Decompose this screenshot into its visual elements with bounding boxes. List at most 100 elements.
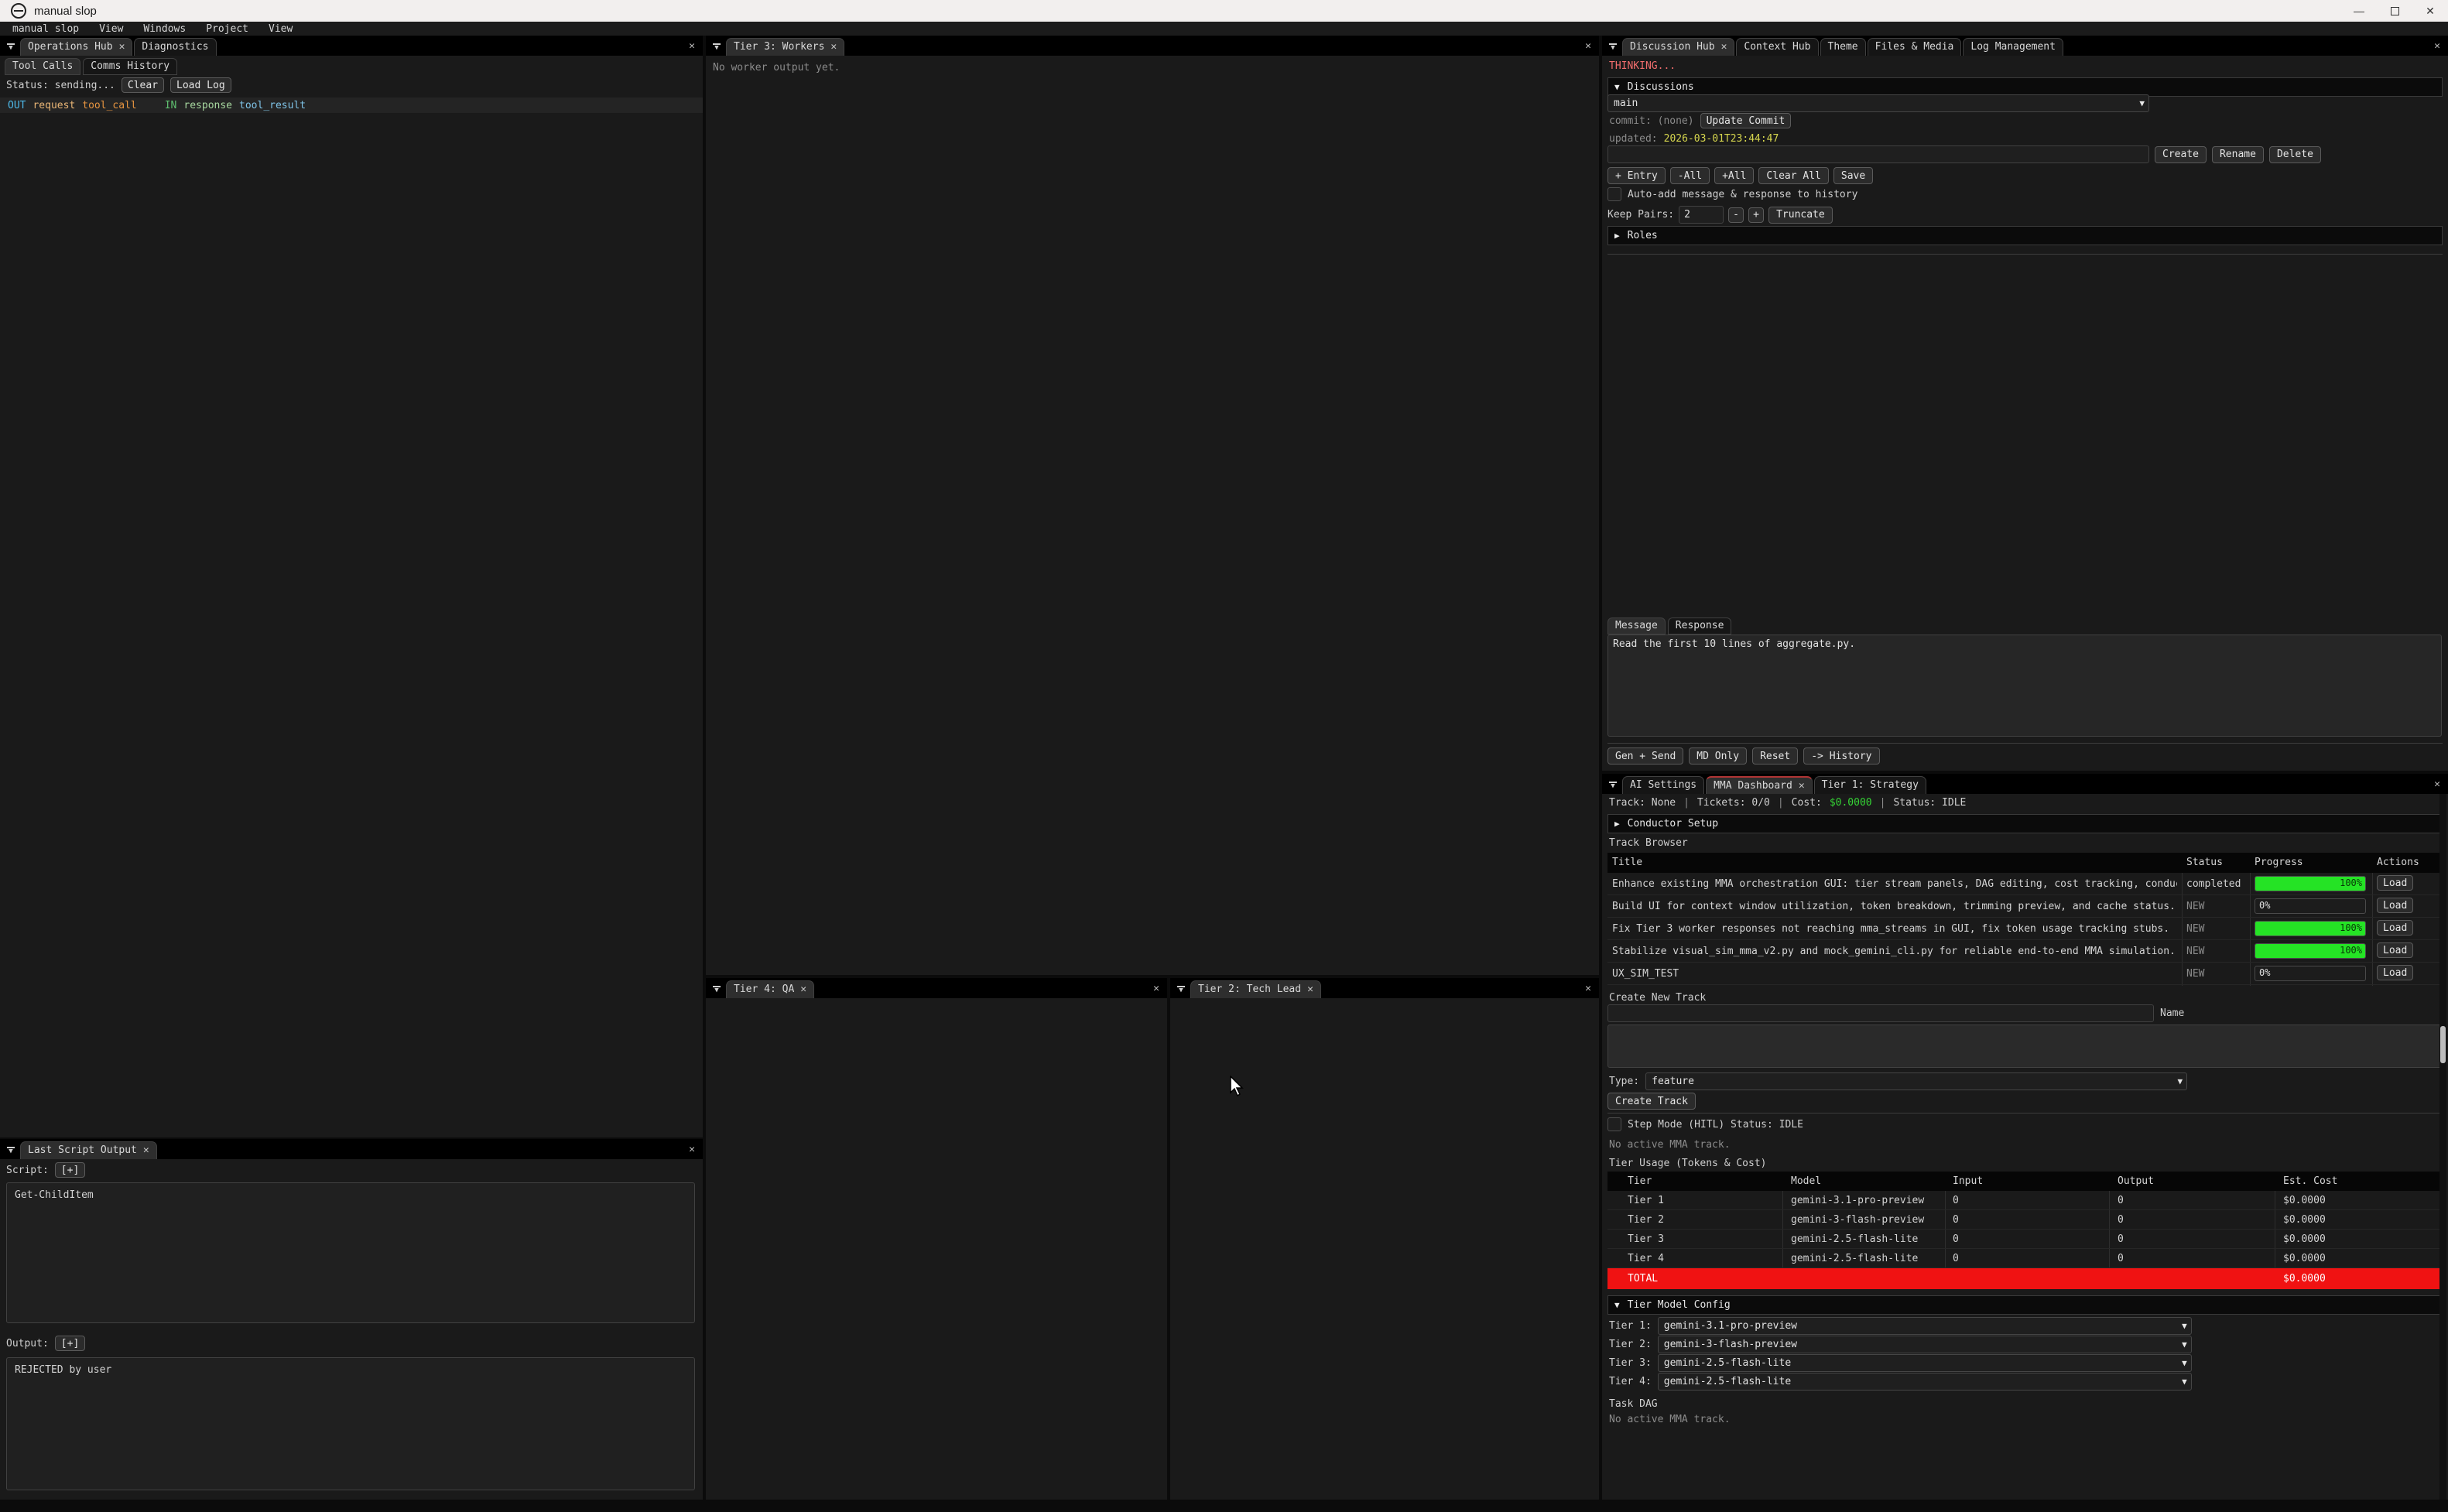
tab-list-icon[interactable]: ▼	[2, 1142, 20, 1159]
tab-comms-history[interactable]: Comms History	[83, 58, 177, 75]
mma-dashboard-panel: ▼ AI Settings MMA Dashboard✕ Tier 1: Str…	[1602, 774, 2448, 1500]
tier4-model-select[interactable]: gemini-2.5-flash-lite ▼	[1658, 1373, 2192, 1391]
close-button[interactable]: ✕	[2412, 0, 2448, 22]
tab-message[interactable]: Message	[1607, 617, 1666, 635]
tab-list-icon[interactable]: ▼	[1172, 981, 1190, 998]
panel-close-icon[interactable]: ✕	[1585, 980, 1591, 998]
conductor-setup-header[interactable]: ▶ Conductor Setup	[1607, 814, 2443, 833]
output-text: REJECTED by user	[15, 1364, 111, 1376]
create-discussion-button[interactable]: Create	[2155, 146, 2207, 163]
output-text-box[interactable]: REJECTED by user	[6, 1357, 695, 1490]
script-text-box[interactable]: Get-ChildItem	[6, 1182, 695, 1323]
tab-tier2-tech-lead[interactable]: Tier 2: Tech Lead✕	[1190, 980, 1321, 998]
menu-project[interactable]: Project	[206, 23, 248, 35]
panel-close-icon[interactable]: ✕	[689, 38, 695, 56]
load-track-button[interactable]: Load	[2377, 965, 2413, 980]
track-description-textarea[interactable]	[1607, 1025, 2442, 1068]
tab-close-icon[interactable]: ✕	[800, 983, 806, 995]
menu-view[interactable]: View	[99, 23, 123, 35]
script-expand-button[interactable]: [+]	[55, 1162, 85, 1178]
load-track-button[interactable]: Load	[2377, 898, 2413, 913]
create-track-button[interactable]: Create Track	[1607, 1093, 1696, 1110]
progress-bar: 100%	[2255, 943, 2366, 959]
panel-close-icon[interactable]: ✕	[689, 1141, 695, 1159]
collapse-all-button[interactable]: -All	[1670, 167, 1710, 184]
scrollbar-thumb[interactable]	[2440, 1026, 2446, 1063]
track-type-select[interactable]: feature ▼	[1645, 1072, 2187, 1090]
tab-diagnostics[interactable]: Diagnostics	[134, 38, 216, 56]
step-mode-checkbox[interactable]	[1607, 1117, 1621, 1131]
expand-all-button[interactable]: +All	[1714, 167, 1754, 184]
tab-response[interactable]: Response	[1668, 617, 1732, 635]
discussion-select[interactable]: main ▼	[1607, 94, 2149, 112]
autoadd-checkbox[interactable]	[1607, 187, 1621, 201]
tab-close-icon[interactable]: ✕	[1307, 983, 1313, 995]
tier3-model-select[interactable]: gemini-2.5-flash-lite ▼	[1658, 1354, 2192, 1372]
menu-manual-slop[interactable]: manual slop	[12, 23, 79, 35]
tab-operations-hub[interactable]: Operations Hub✕	[20, 38, 132, 56]
panel-close-icon[interactable]: ✕	[1153, 980, 1159, 998]
tier-model-config-header[interactable]: ▼ Tier Model Config	[1607, 1295, 2443, 1315]
update-commit-button[interactable]: Update Commit	[1700, 113, 1792, 128]
keep-pairs-input[interactable]	[1679, 206, 1724, 224]
roles-header[interactable]: ▶ Roles	[1607, 226, 2443, 245]
tier2-model-select[interactable]: gemini-3-flash-preview ▼	[1658, 1336, 2192, 1353]
reset-button[interactable]: Reset	[1752, 747, 1798, 765]
load-track-button[interactable]: Load	[2377, 920, 2413, 936]
load-track-button[interactable]: Load	[2377, 875, 2413, 891]
tab-discussion-hub[interactable]: Discussion Hub✕	[1622, 38, 1734, 56]
keep-pairs-increment-button[interactable]: +	[1748, 207, 1764, 223]
clear-button[interactable]: Clear	[122, 77, 164, 93]
delete-discussion-button[interactable]: Delete	[2269, 146, 2321, 163]
panel-close-icon[interactable]: ✕	[1585, 38, 1591, 56]
menu-view-2[interactable]: View	[269, 23, 293, 35]
tab-close-icon[interactable]: ✕	[1799, 780, 1805, 792]
tab-tier4-qa[interactable]: Tier 4: QA✕	[726, 980, 814, 998]
tab-context-hub[interactable]: Context Hub	[1736, 38, 1818, 56]
output-expand-button[interactable]: [+]	[55, 1336, 85, 1351]
tab-list-icon[interactable]: ▼	[2, 39, 20, 56]
panel-close-icon[interactable]: ✕	[2434, 776, 2440, 794]
tab-ai-settings[interactable]: AI Settings	[1622, 776, 1704, 794]
discussion-tabstrip: ▼ Discussion Hub✕ Context Hub Theme File…	[1602, 36, 2448, 56]
minimize-button[interactable]: —	[2341, 0, 2377, 22]
maximize-button[interactable]	[2377, 0, 2412, 22]
tab-list-icon[interactable]: ▼	[707, 39, 726, 56]
menu-windows[interactable]: Windows	[143, 23, 186, 35]
rename-discussion-button[interactable]: Rename	[2212, 146, 2264, 163]
tab-list-icon[interactable]: ▼	[1604, 39, 1622, 56]
tab-close-icon[interactable]: ✕	[1721, 41, 1727, 53]
tab-log-management[interactable]: Log Management	[1963, 38, 2063, 56]
tab-list-icon[interactable]: ▼	[707, 981, 726, 998]
panel-scrollbar[interactable]	[2439, 794, 2446, 1500]
clear-all-button[interactable]: Clear All	[1758, 167, 1828, 184]
md-only-button[interactable]: MD Only	[1689, 747, 1747, 765]
discussion-name-input[interactable]	[1607, 145, 2149, 163]
gen-send-button[interactable]: Gen + Send	[1607, 747, 1683, 765]
app-icon	[11, 3, 26, 19]
close-icon: ✕	[2426, 5, 2435, 18]
tab-close-icon[interactable]: ✕	[119, 41, 125, 53]
panel-close-icon[interactable]: ✕	[2434, 38, 2440, 56]
tab-last-script-output[interactable]: Last Script Output✕	[20, 1141, 157, 1159]
tier1-model-select[interactable]: gemini-3.1-pro-preview ▼	[1658, 1317, 2192, 1335]
tab-list-icon[interactable]: ▼	[1604, 777, 1622, 794]
tab-mma-dashboard[interactable]: MMA Dashboard✕	[1706, 776, 1813, 794]
save-button[interactable]: Save	[1833, 167, 1873, 184]
truncate-button[interactable]: Truncate	[1768, 207, 1833, 224]
tab-tier1-strategy[interactable]: Tier 1: Strategy	[1814, 776, 1926, 794]
tab-files-media[interactable]: Files & Media	[1868, 38, 1962, 56]
tab-theme[interactable]: Theme	[1820, 38, 1866, 56]
keep-pairs-decrement-button[interactable]: -	[1728, 207, 1744, 223]
tab-tier3-workers[interactable]: Tier 3: Workers✕	[726, 38, 844, 56]
add-entry-button[interactable]: + Entry	[1607, 167, 1666, 184]
tab-close-icon[interactable]: ✕	[143, 1144, 149, 1156]
load-track-button[interactable]: Load	[2377, 942, 2413, 958]
track-name-input[interactable]	[1607, 1004, 2154, 1022]
tab-close-icon[interactable]: ✕	[830, 41, 837, 53]
tool-call-log-row[interactable]: OUT request tool_call IN response tool_r…	[0, 97, 703, 113]
tab-tool-calls[interactable]: Tool Calls	[5, 58, 80, 75]
message-textarea[interactable]: Read the first 10 lines of aggregate.py.	[1607, 635, 2442, 737]
load-log-button[interactable]: Load Log	[170, 77, 231, 93]
to-history-button[interactable]: -> History	[1803, 747, 1879, 765]
